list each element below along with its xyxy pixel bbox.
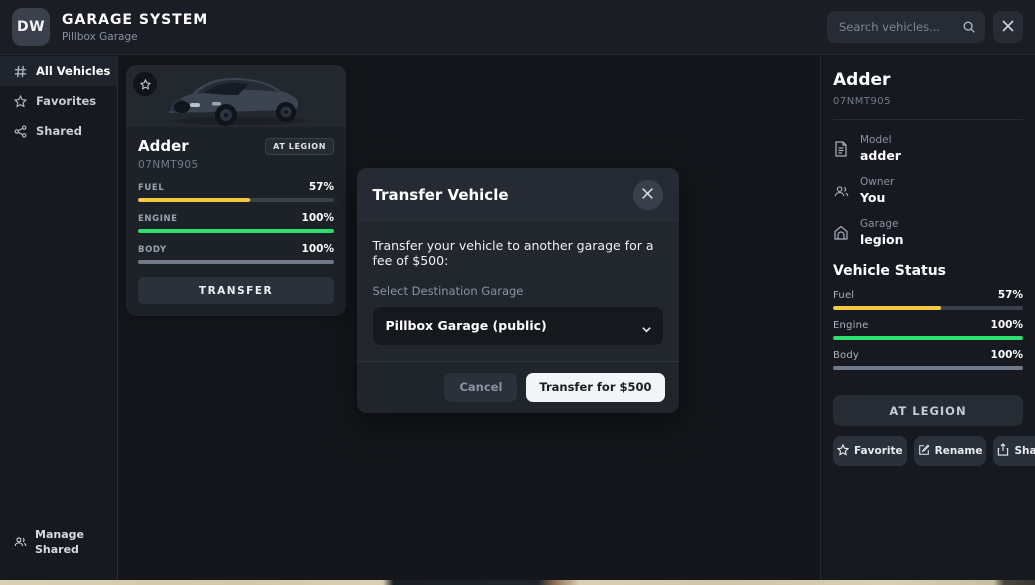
game-background-strip [0, 580, 1035, 585]
modal-title: Transfer Vehicle [373, 186, 509, 204]
modal-close-button[interactable] [633, 180, 663, 210]
destination-garage-select[interactable]: Pillbox Garage (public) [373, 307, 663, 345]
transfer-vehicle-modal: Transfer Vehicle Transfer your vehicle t… [357, 168, 679, 413]
confirm-transfer-button[interactable]: Transfer for $500 [526, 373, 664, 402]
modal-footer: Cancel Transfer for $500 [357, 361, 679, 413]
modal-header: Transfer Vehicle [357, 168, 679, 222]
garage-app: DW GARAGE SYSTEM Pillbox Garage [0, 0, 1035, 580]
modal-body: Transfer your vehicle to another garage … [357, 222, 679, 361]
close-icon [641, 187, 654, 203]
modal-overlay: Transfer Vehicle Transfer your vehicle t… [0, 0, 1035, 580]
transfer-fee-message: Transfer your vehicle to another garage … [373, 238, 663, 268]
cancel-button[interactable]: Cancel [444, 373, 517, 402]
select-destination-label: Select Destination Garage [373, 284, 663, 298]
